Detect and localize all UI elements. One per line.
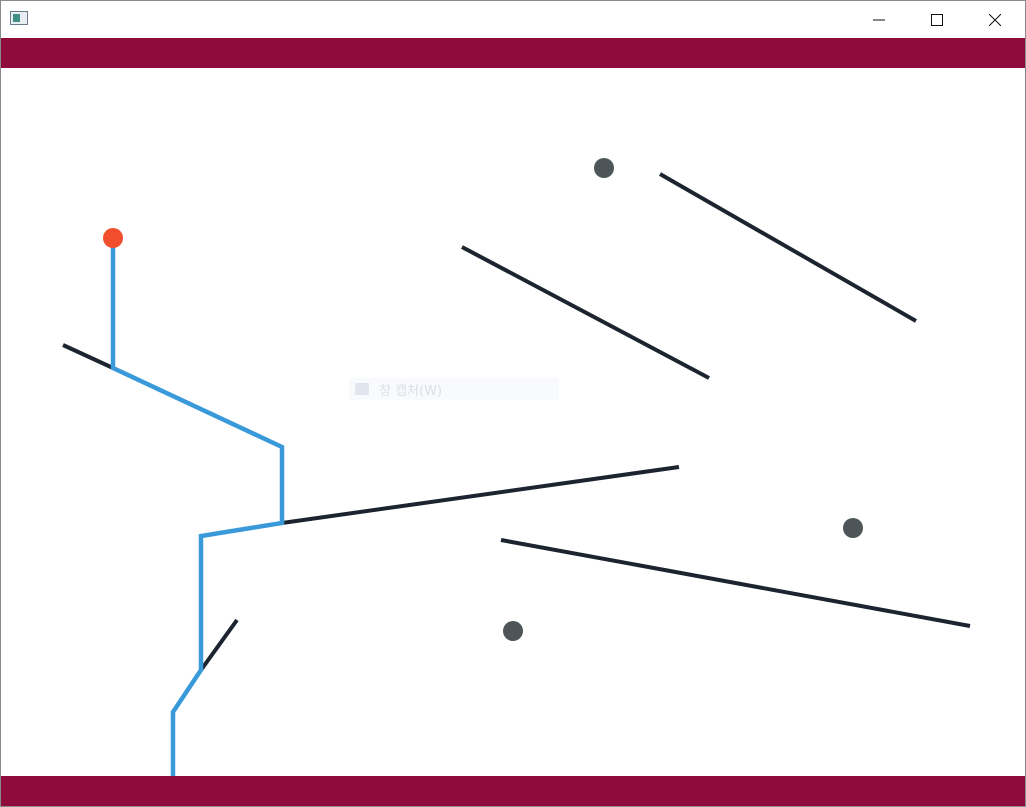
game-canvas[interactable] (1, 68, 1025, 776)
faded-capture-tooltip: 창 캡처(W) (349, 378, 559, 400)
close-icon (989, 13, 1001, 26)
wall-segment (461, 245, 710, 380)
faded-capture-tooltip-label: 창 캡처(W) (379, 383, 443, 399)
wall-segment (659, 172, 917, 323)
top-boundary-band (1, 38, 1025, 68)
bottom-boundary-band (1, 776, 1025, 806)
minimize-button[interactable] (850, 1, 908, 38)
game-window: 창 캡처(W) (0, 0, 1026, 807)
app-window-icon (10, 11, 28, 25)
target-dot (503, 621, 523, 641)
wall-segment (62, 343, 114, 370)
trajectory-path (110, 238, 285, 776)
target-dot (594, 158, 614, 178)
wall-segment (500, 538, 971, 628)
wall-segment (281, 465, 680, 525)
ball[interactable] (103, 228, 123, 248)
maximize-icon (931, 13, 943, 26)
wall-segment (199, 618, 239, 672)
minimize-icon (873, 19, 885, 20)
game-playfield[interactable] (1, 68, 1025, 776)
maximize-button[interactable] (908, 1, 966, 38)
target-dot (843, 518, 863, 538)
close-button[interactable] (966, 1, 1024, 38)
title-bar[interactable] (1, 1, 1025, 38)
capture-icon (355, 383, 369, 395)
